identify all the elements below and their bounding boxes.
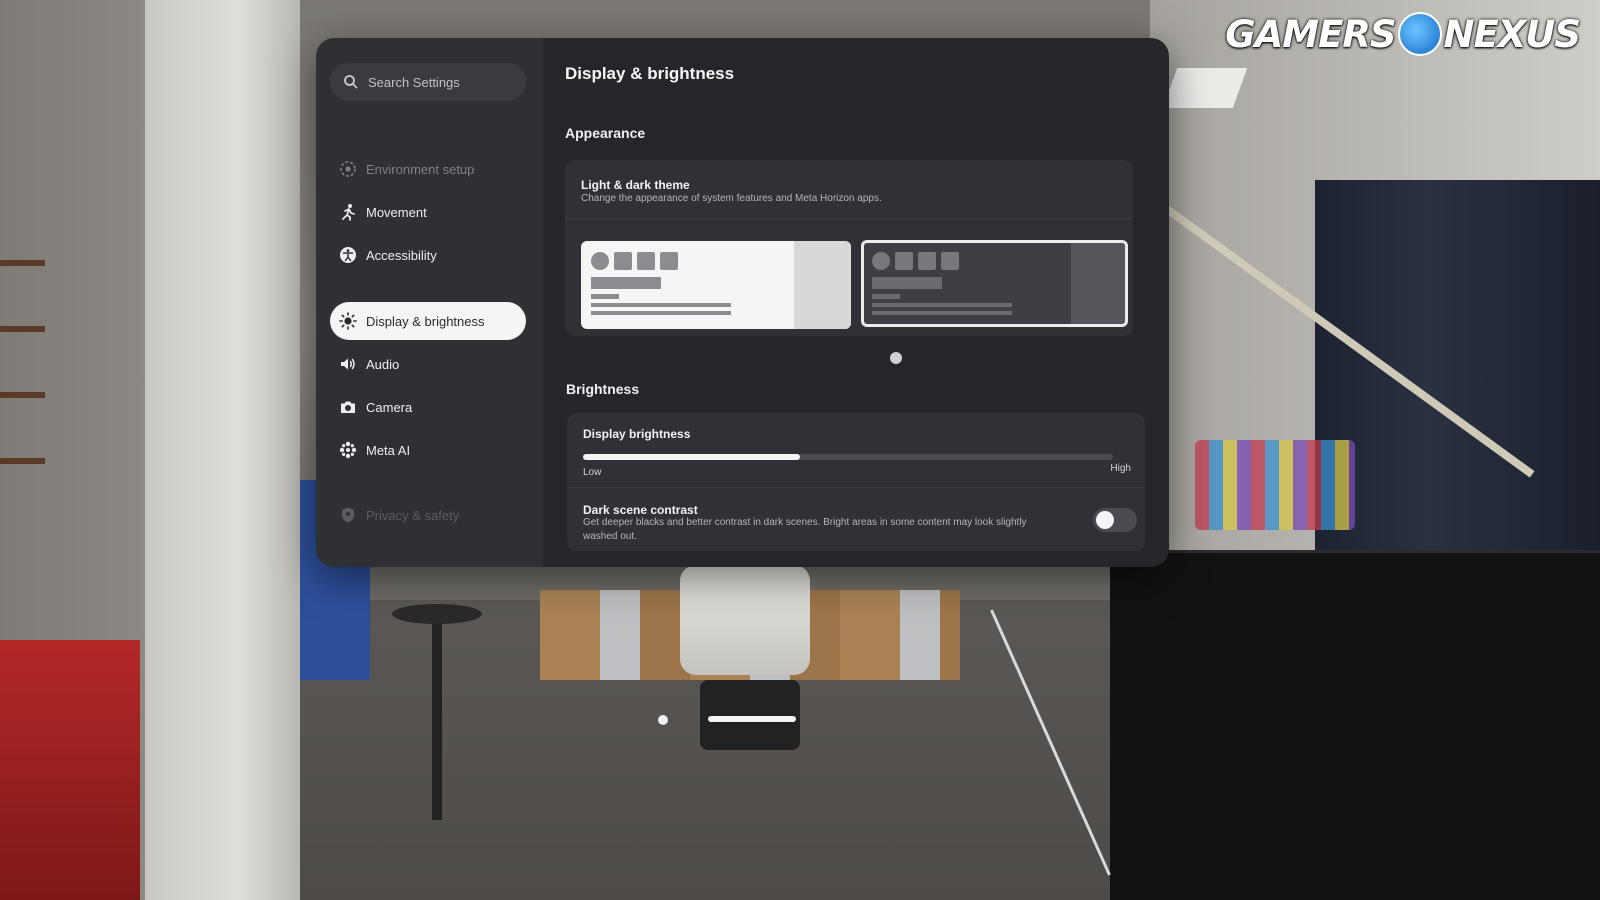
camera-icon: [339, 398, 357, 416]
sidebar-item-movement[interactable]: Movement: [330, 193, 526, 231]
red-tool-cart: [0, 640, 140, 900]
search-settings-input[interactable]: Search Settings: [330, 63, 526, 101]
sidebar-item-label: Meta AI: [366, 442, 411, 458]
filament-spools: [1195, 440, 1355, 530]
display-brightness-title: Display brightness: [583, 427, 691, 441]
display-brightness-slider[interactable]: [583, 454, 1113, 460]
dark-scene-contrast-toggle[interactable]: [1093, 508, 1137, 532]
sidebar-item-audio[interactable]: Audio: [330, 345, 526, 383]
preview-side-panel: [794, 241, 851, 329]
pillar: [145, 0, 300, 900]
pointer-cursor-dot: [658, 715, 668, 725]
dark-scene-contrast-description: Get deeper blacks and better contrast in…: [583, 517, 1027, 542]
sidebar-item-label: Privacy & safety: [366, 507, 460, 523]
shield-icon: [339, 506, 357, 524]
preview-line: [591, 311, 731, 315]
monitor: [1110, 550, 1600, 900]
sidebar-item-label: Accessibility: [366, 247, 437, 263]
sidebar-item-label: Audio: [366, 356, 400, 372]
ceiling-light: [1162, 68, 1248, 108]
window-grab-bar[interactable]: [708, 716, 796, 722]
sidebar-item-label: Display & brightness: [366, 313, 485, 329]
preview-tile: [614, 252, 632, 270]
preview-line: [872, 294, 900, 299]
left-shelves: [0, 200, 45, 500]
preview-line: [872, 303, 1012, 307]
brightness-high-label: High: [1110, 463, 1131, 474]
settings-sidebar: Search Settings Environment setup Moveme…: [316, 38, 543, 567]
chair-base: [700, 680, 800, 750]
preview-tile: [918, 252, 936, 270]
preview-bar: [591, 277, 661, 289]
preview-avatar: [872, 252, 890, 270]
preview-side-panel: [1071, 243, 1125, 324]
sidebar-item-environment-setup[interactable]: Environment setup: [330, 150, 526, 188]
sidebar-item-accessibility[interactable]: Accessibility: [330, 236, 526, 274]
stool-leg: [432, 620, 442, 820]
slider-fill: [583, 454, 801, 460]
sidebar-item-display-brightness[interactable]: Display & brightness: [330, 302, 526, 340]
preview-tile: [941, 252, 959, 270]
stool-seat: [392, 604, 482, 624]
speaker-icon: [339, 355, 357, 373]
preview-line: [591, 294, 619, 299]
curtain: [1315, 180, 1600, 570]
appearance-heading: Appearance: [565, 125, 646, 141]
meta-ai-icon: [339, 441, 357, 459]
preview-tile: [637, 252, 655, 270]
logo-mark-icon: [1397, 12, 1442, 56]
theme-card-description: Change the appearance of system features…: [581, 193, 882, 204]
sidebar-item-label: Camera: [366, 399, 413, 415]
gamers-nexus-logo: GAMERS NEXUS: [1225, 12, 1581, 56]
theme-option-light[interactable]: [581, 241, 851, 329]
preview-tile: [895, 252, 913, 270]
brightness-heading: Brightness: [566, 381, 640, 397]
sun-icon: [339, 312, 357, 330]
preview-line: [872, 311, 1012, 315]
brightness-card: Display brightness Low High Dark scene c…: [567, 413, 1145, 551]
dark-scene-contrast-title: Dark scene contrast: [583, 503, 698, 517]
movement-icon: [339, 203, 357, 221]
sidebar-item-label: Environment setup: [366, 161, 475, 177]
logo-text-left: GAMERS: [1225, 12, 1396, 56]
search-icon: [342, 73, 360, 91]
logo-text-right: NEXUS: [1443, 12, 1581, 56]
accessibility-icon: [339, 246, 357, 264]
environment-icon: [339, 160, 357, 178]
theme-card-title: Light & dark theme: [581, 178, 690, 192]
preview-line: [591, 303, 731, 307]
card-divider: [567, 487, 1145, 488]
office-chair: [680, 565, 810, 675]
sidebar-item-camera[interactable]: Camera: [330, 388, 526, 426]
preview-avatar: [591, 252, 609, 270]
page-title: Display & brightness: [565, 64, 735, 83]
preview-tile: [660, 252, 678, 270]
toggle-knob: [1096, 511, 1114, 529]
sidebar-item-label: Movement: [366, 204, 427, 220]
search-placeholder: Search Settings: [368, 74, 460, 90]
pointer-cursor: [888, 350, 904, 371]
brightness-low-label: Low: [583, 467, 602, 478]
card-divider: [565, 218, 1133, 219]
sidebar-item-meta-ai[interactable]: Meta AI: [330, 431, 526, 469]
theme-option-dark[interactable]: [861, 240, 1128, 327]
sidebar-item-privacy-safety[interactable]: Privacy & safety: [330, 496, 526, 534]
preview-bar: [872, 277, 942, 289]
